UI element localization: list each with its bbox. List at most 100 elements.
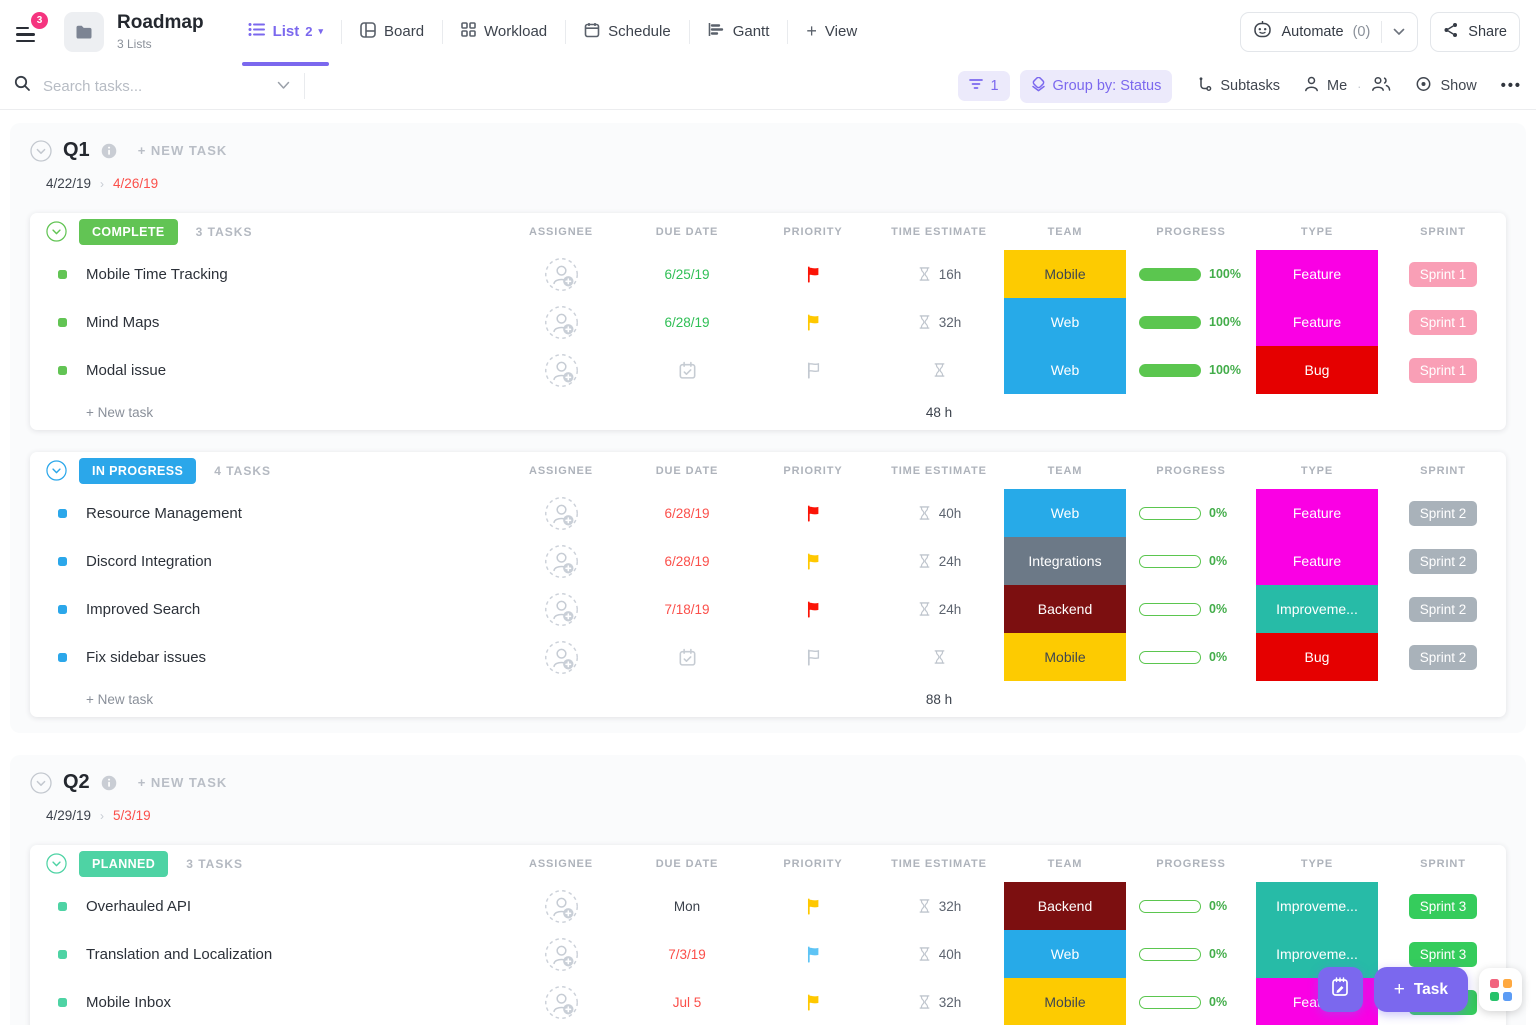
column-header-assignee[interactable]: ASSIGNEE [498, 858, 624, 870]
due-date[interactable]: Mon [674, 899, 700, 914]
status-badge[interactable]: PLANNED [79, 851, 168, 877]
time-estimate[interactable]: 16h [939, 267, 962, 282]
set-due-date-icon[interactable] [678, 648, 697, 667]
notepad-button[interactable] [1318, 967, 1363, 1012]
sprint-badge[interactable]: Sprint 2 [1409, 549, 1478, 574]
task-name[interactable]: Overhauled API [86, 898, 191, 915]
task-row[interactable]: Overhauled API Mon 32h Backend 0% [30, 882, 1506, 930]
notification-badge[interactable]: 3 [31, 12, 48, 29]
priority-flag-icon[interactable] [805, 946, 822, 963]
due-date-cell[interactable]: 6/25/19 [624, 250, 750, 298]
more-options-button[interactable]: ••• [1501, 78, 1522, 94]
task-status-square[interactable] [58, 950, 67, 959]
assignee-cell[interactable] [498, 537, 624, 585]
group-collapse-icon[interactable] [46, 853, 67, 874]
priority-cell[interactable] [750, 346, 876, 394]
new-task-row-button[interactable]: + New task [30, 692, 498, 707]
time-estimate-cell[interactable]: 32h [876, 978, 1002, 1025]
add-assignee-icon[interactable] [544, 305, 579, 340]
time-estimate-cell[interactable] [876, 633, 1002, 681]
column-header-sprint[interactable]: SPRINT [1380, 226, 1506, 238]
due-date[interactable]: 6/25/19 [664, 267, 709, 282]
share-button[interactable]: Share [1430, 12, 1520, 52]
sprint-cell[interactable]: Sprint 2 [1380, 489, 1506, 537]
task-row[interactable]: Discord Integration 6/28/19 24h Integrat… [30, 537, 1506, 585]
team-tag[interactable]: Web [1004, 930, 1126, 978]
sprint-badge[interactable]: Sprint 2 [1409, 501, 1478, 526]
sidebar-menu-button[interactable]: 3 [16, 22, 42, 48]
section-new-task-button[interactable]: + NEW TASK [138, 143, 228, 158]
filter-button[interactable]: 1 [958, 71, 1009, 101]
time-estimate-cell[interactable]: 24h [876, 537, 1002, 585]
due-date-cell[interactable]: Jul 5 [624, 978, 750, 1025]
priority-flag-icon[interactable] [805, 649, 822, 666]
team-tag[interactable]: Backend [1004, 882, 1126, 930]
progress-cell[interactable]: 0% [1128, 882, 1254, 930]
priority-flag-icon[interactable] [805, 553, 822, 570]
add-task-button[interactable]: + Task [1374, 967, 1468, 1012]
team-cell[interactable]: Mobile [1002, 250, 1128, 298]
time-estimate[interactable]: 40h [939, 947, 962, 962]
time-estimate[interactable]: 32h [939, 899, 962, 914]
time-estimate-cell[interactable]: 32h [876, 882, 1002, 930]
priority-flag-icon[interactable] [805, 601, 822, 618]
type-cell[interactable]: Feature [1254, 298, 1380, 346]
assignee-cell[interactable] [498, 346, 624, 394]
column-header-priority[interactable]: PRIORITY [750, 858, 876, 870]
time-estimate[interactable]: 24h [939, 554, 962, 569]
time-estimate-cell[interactable]: 40h [876, 930, 1002, 978]
time-estimate[interactable]: 32h [939, 995, 962, 1010]
add-assignee-icon[interactable] [544, 544, 579, 579]
sprint-badge[interactable]: Sprint 1 [1409, 310, 1478, 335]
task-status-square[interactable] [58, 998, 67, 1007]
view-tab-workload[interactable]: Workload [443, 0, 565, 63]
type-tag[interactable]: Feature [1256, 250, 1378, 298]
due-date-cell[interactable] [624, 633, 750, 681]
due-date[interactable]: 6/28/19 [664, 554, 709, 569]
due-date-cell[interactable]: 6/28/19 [624, 298, 750, 346]
sprint-badge[interactable]: Sprint 1 [1409, 358, 1478, 383]
sprint-cell[interactable]: Sprint 2 [1380, 537, 1506, 585]
add-view-button[interactable]: + View [788, 0, 875, 63]
task-status-square[interactable] [58, 902, 67, 911]
column-header-assignee[interactable]: ASSIGNEE [498, 226, 624, 238]
column-header-type[interactable]: TYPE [1254, 226, 1380, 238]
assignee-cell[interactable] [498, 633, 624, 681]
assignee-cell[interactable] [498, 585, 624, 633]
sprint-cell[interactable]: Sprint 3 [1380, 882, 1506, 930]
team-cell[interactable]: Integrations [1002, 537, 1128, 585]
priority-cell[interactable] [750, 882, 876, 930]
team-cell[interactable]: Web [1002, 298, 1128, 346]
assignee-cell[interactable] [498, 250, 624, 298]
type-tag[interactable]: Feature [1256, 537, 1378, 585]
type-cell[interactable]: Feature [1254, 537, 1380, 585]
status-badge[interactable]: IN PROGRESS [79, 458, 196, 484]
progress-cell[interactable]: 0% [1128, 978, 1254, 1025]
task-name[interactable]: Modal issue [86, 362, 166, 379]
due-date-cell[interactable]: 7/3/19 [624, 930, 750, 978]
sprint-badge[interactable]: Sprint 2 [1409, 597, 1478, 622]
priority-cell[interactable] [750, 298, 876, 346]
column-header-due-date[interactable]: DUE DATE [624, 465, 750, 477]
task-row[interactable]: Modal issue Web 100% Bug [30, 346, 1506, 394]
team-tag[interactable]: Web [1004, 489, 1126, 537]
add-assignee-icon[interactable] [544, 889, 579, 924]
task-name[interactable]: Resource Management [86, 505, 242, 522]
info-icon[interactable] [101, 143, 117, 159]
group-by-button[interactable]: Group by: Status [1020, 70, 1173, 103]
add-assignee-icon[interactable] [544, 353, 579, 388]
time-estimate[interactable]: 40h [939, 506, 962, 521]
view-tab-board[interactable]: Board [342, 0, 442, 63]
task-name[interactable]: Mind Maps [86, 314, 159, 331]
assignees-icon[interactable] [1371, 76, 1391, 96]
time-estimate[interactable]: 32h [939, 315, 962, 330]
progress-cell[interactable]: 100% [1128, 250, 1254, 298]
due-date-cell[interactable]: 6/28/19 [624, 489, 750, 537]
section-collapse-icon[interactable] [30, 140, 52, 162]
team-cell[interactable]: Mobile [1002, 978, 1128, 1025]
add-assignee-icon[interactable] [544, 937, 579, 972]
time-estimate[interactable]: 24h [939, 602, 962, 617]
section-new-task-button[interactable]: + NEW TASK [138, 775, 228, 790]
progress-cell[interactable]: 0% [1128, 537, 1254, 585]
time-estimate-cell[interactable]: 16h [876, 250, 1002, 298]
